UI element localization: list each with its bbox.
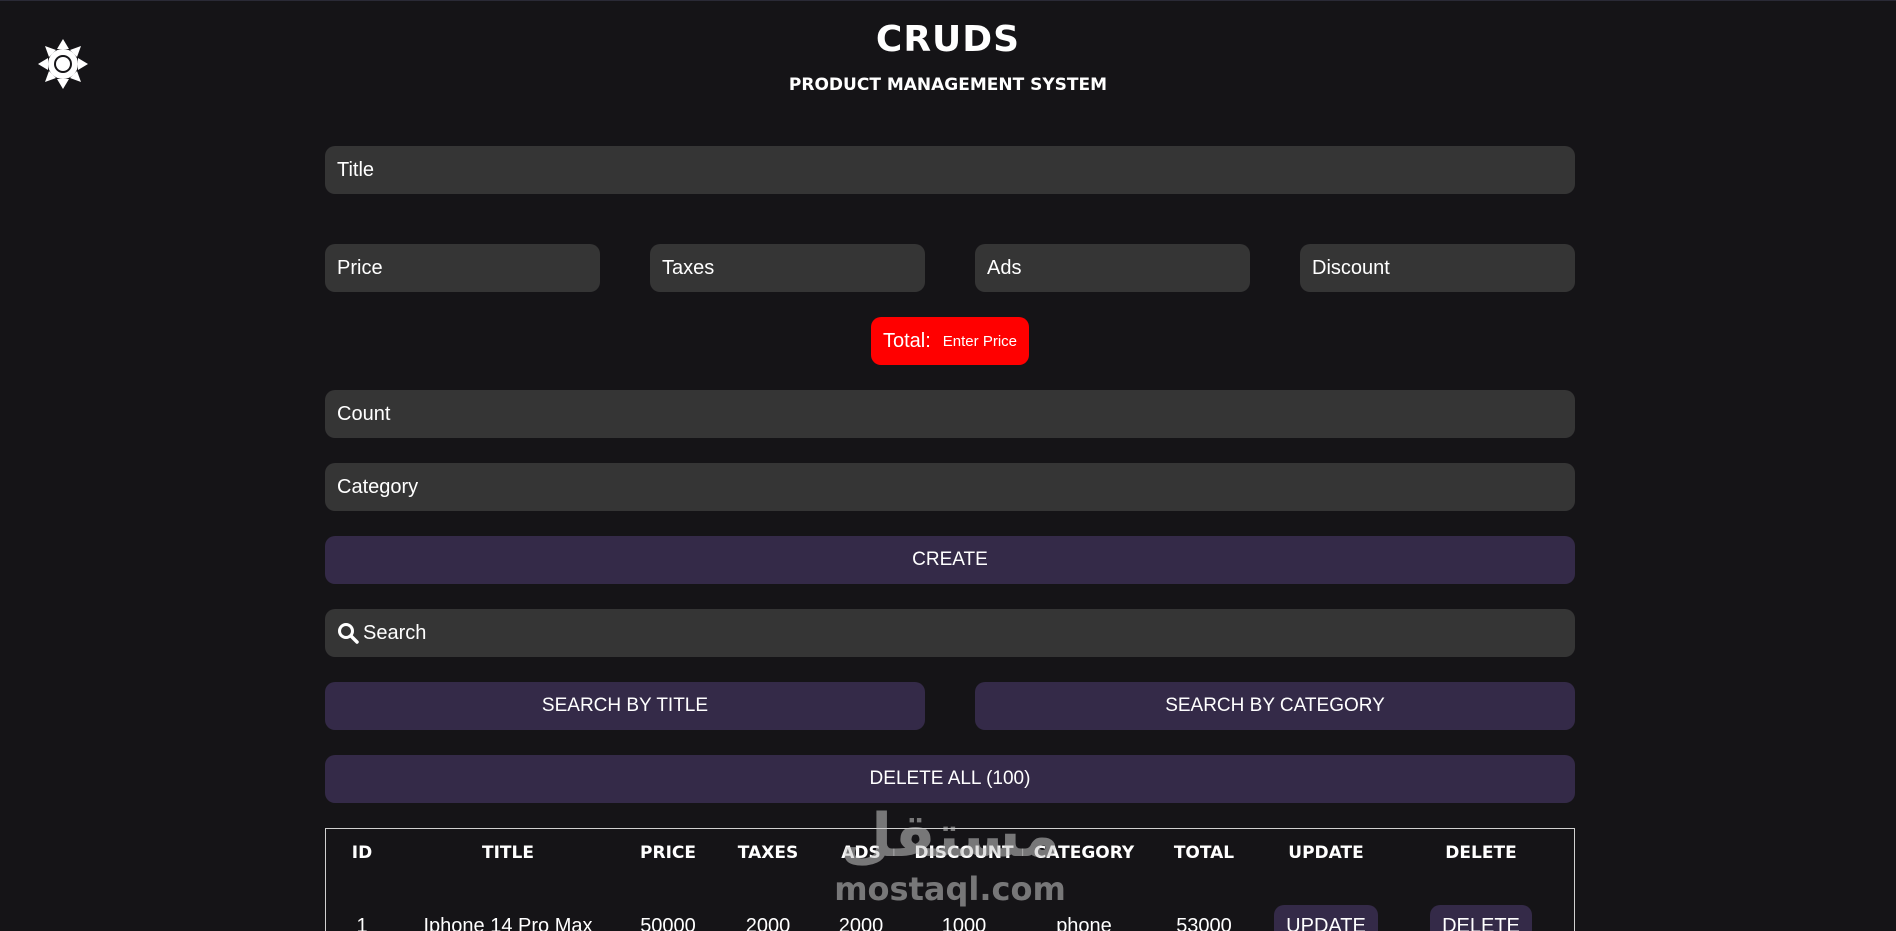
cell-ads: 2000 xyxy=(838,914,884,931)
table-header-row: ID TITLE PRICE TAXES ADS DISCOUNT CATEGO… xyxy=(326,829,1574,895)
taxes-input[interactable] xyxy=(662,244,913,292)
count-field[interactable] xyxy=(325,390,1575,438)
ads-field[interactable] xyxy=(975,244,1250,292)
discount-input[interactable] xyxy=(1312,244,1563,292)
cell-delete: DELETE xyxy=(1388,895,1574,931)
cell-price: 50000 xyxy=(640,914,696,931)
col-header-discount: DISCOUNT xyxy=(914,843,1014,863)
discount-field[interactable] xyxy=(1300,244,1575,292)
products-table: ID TITLE PRICE TAXES ADS DISCOUNT CATEGO… xyxy=(325,828,1575,931)
category-field[interactable] xyxy=(325,463,1575,511)
category-input[interactable] xyxy=(337,463,1563,511)
col-header-delete: DELETE xyxy=(1445,843,1517,863)
col-header-id: ID xyxy=(351,843,373,863)
cell-title: Iphone 14 Pro Max xyxy=(423,914,593,931)
total-display: Total: Enter Price xyxy=(871,317,1029,365)
cell-update: UPDATE xyxy=(1264,895,1388,931)
col-header-ads: ADS xyxy=(841,843,881,863)
header: CRUDS PRODUCT MANAGEMENT SYSTEM xyxy=(0,15,1896,97)
col-header-total: TOTAL xyxy=(1173,843,1235,863)
search-by-title-button[interactable]: SEARCH BY TITLE xyxy=(325,682,925,730)
cell-discount: 1000 xyxy=(941,914,987,931)
search-field[interactable] xyxy=(325,609,1575,657)
search-icon xyxy=(337,622,359,644)
app-title: CRUDS xyxy=(875,19,1021,60)
total-value: Enter Price xyxy=(942,332,1017,350)
col-header-category: CATEGORY xyxy=(1033,843,1135,863)
delete-button[interactable]: DELETE xyxy=(1430,904,1532,931)
table-row: 1 Iphone 14 Pro Max 50000 2000 2000 1000… xyxy=(326,895,1574,931)
col-header-title: TITLE xyxy=(482,843,534,863)
total-label: Total: xyxy=(882,329,931,352)
update-button[interactable]: UPDATE xyxy=(1274,904,1378,931)
cell-id: 1 xyxy=(356,914,368,931)
ads-input[interactable] xyxy=(987,244,1238,292)
cell-taxes: 2000 xyxy=(745,914,791,931)
cell-total: 53000 xyxy=(1176,914,1232,931)
page: CRUDS PRODUCT MANAGEMENT SYSTEM Total: E… xyxy=(0,0,1896,931)
cell-category: phone xyxy=(1056,914,1112,931)
price-input[interactable] xyxy=(337,244,588,292)
taxes-field[interactable] xyxy=(650,244,925,292)
search-input[interactable] xyxy=(363,609,1563,657)
search-by-category-button[interactable]: SEARCH BY CATEGORY xyxy=(975,682,1575,730)
create-button[interactable]: CREATE xyxy=(325,536,1575,584)
title-input[interactable] xyxy=(337,146,1563,194)
count-input[interactable] xyxy=(337,390,1563,438)
col-header-price: PRICE xyxy=(640,843,696,863)
app-subtitle: PRODUCT MANAGEMENT SYSTEM xyxy=(788,75,1108,95)
col-header-update: UPDATE xyxy=(1288,843,1364,863)
title-field[interactable] xyxy=(325,146,1575,194)
delete-all-button[interactable]: DELETE ALL (100) xyxy=(325,755,1575,803)
price-field[interactable] xyxy=(325,244,600,292)
col-header-taxes: TAXES xyxy=(737,843,799,863)
